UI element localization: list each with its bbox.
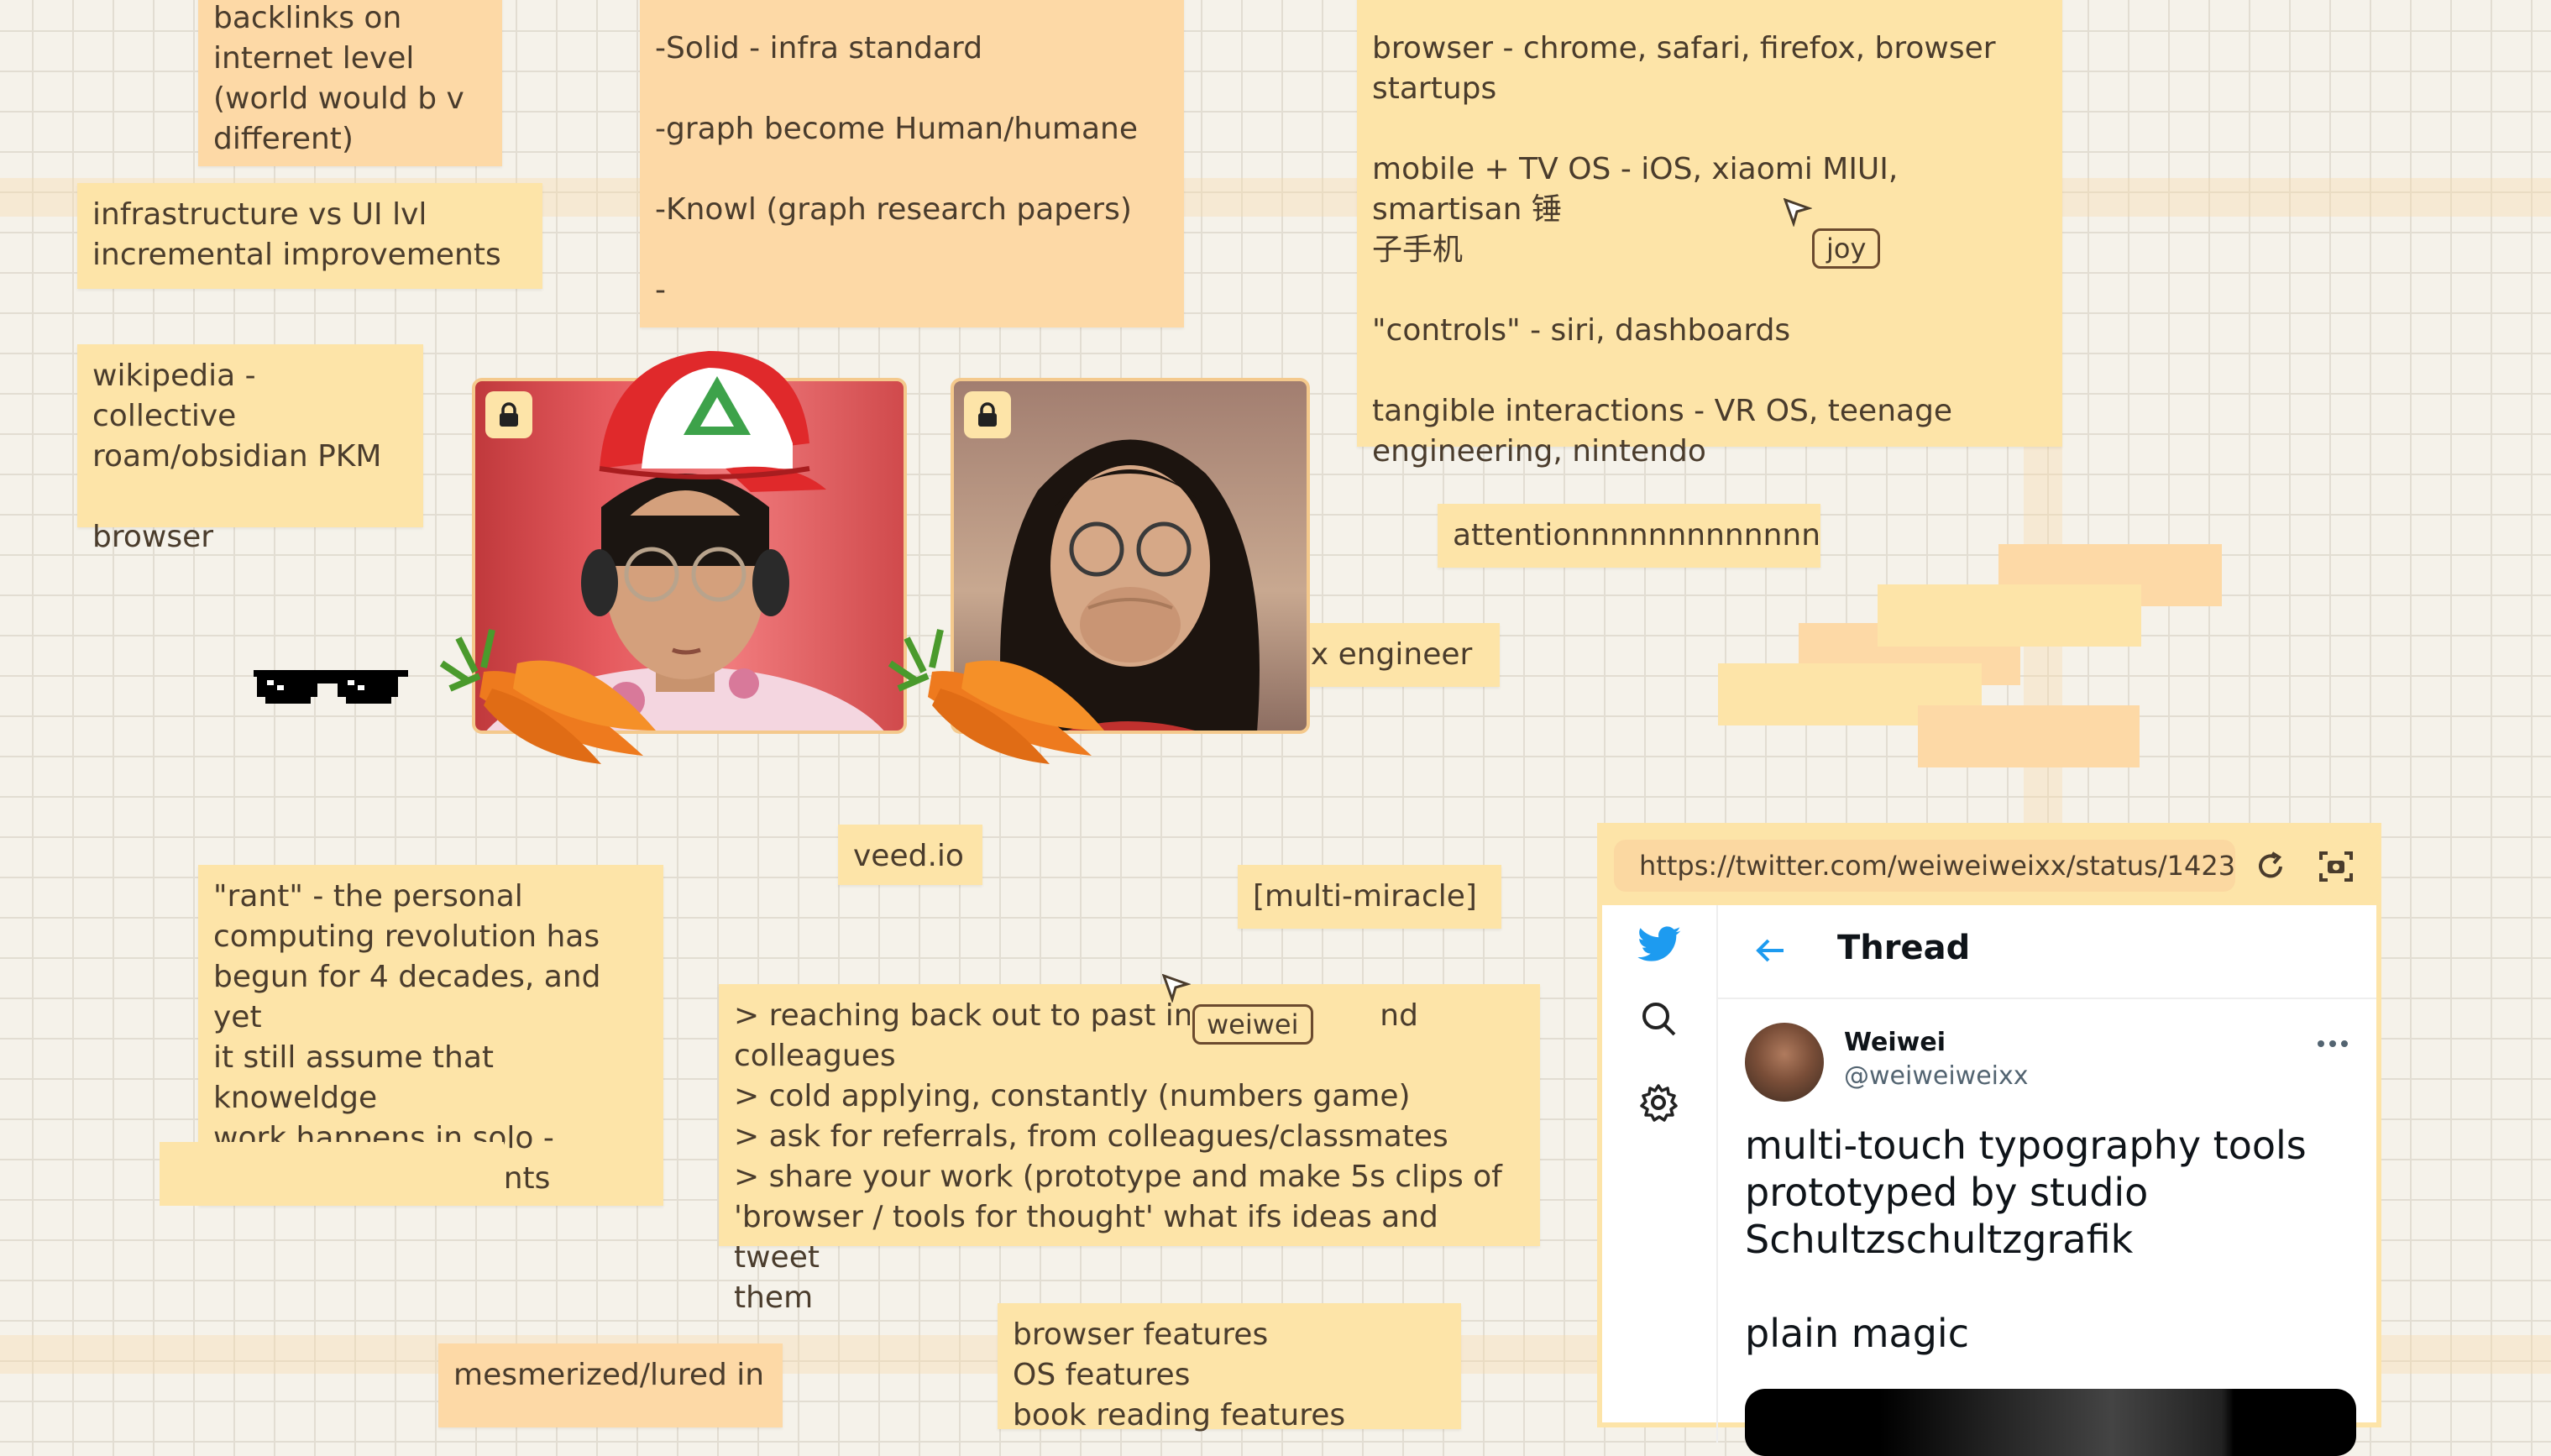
search-icon[interactable] (1639, 999, 1678, 1038)
embedded-browser[interactable]: https://twitter.com/weiweiweixx/status/1… (1597, 823, 2381, 1456)
twitter-sidebar (1602, 905, 1718, 1443)
more-icon[interactable] (2318, 1040, 2348, 1048)
carrot-icon[interactable] (433, 588, 660, 773)
cursor-icon (1162, 974, 1191, 1003)
note-features[interactable]: browser features OS features book readin… (998, 1303, 1461, 1432)
page-title: Thread (1837, 929, 1971, 967)
note-infra-ui[interactable]: infrastructure vs UI lvl incremental imp… (77, 183, 542, 289)
note-browser-os[interactable]: browser - chrome, safari, firefox, brows… (1357, 0, 2062, 469)
gear-icon[interactable] (1639, 1083, 1678, 1122)
note-mesmerized[interactable]: mesmerized/lured in (438, 1343, 783, 1427)
cursor-icon (1784, 198, 1812, 227)
url-input[interactable]: https://twitter.com/weiweiweixx/status/1… (1614, 840, 2235, 892)
note-reaching-out[interactable]: > reaching back out to past inter nd col… (719, 984, 1540, 1315)
note-veed[interactable]: veed.io (838, 825, 982, 885)
tweet-text: multi-touch typography tools prototyped … (1745, 1123, 2307, 1262)
screenshot-icon[interactable] (2318, 850, 2355, 883)
sunglasses-icon[interactable] (254, 670, 408, 704)
lock-icon[interactable] (964, 391, 1011, 438)
browser-url-bar: https://twitter.com/weiweiweixx/status/1… (1602, 828, 2376, 905)
tweet-media[interactable] (1745, 1389, 2356, 1456)
author-handle[interactable]: @weiweiweixx (1844, 1061, 2029, 1091)
note-wikipedia[interactable]: wikipedia - collective roam/obsidian PKM… (77, 344, 423, 554)
avatar[interactable] (1745, 1023, 1824, 1102)
thread-header: Thread (1718, 905, 2376, 999)
author-name[interactable]: Weiwei (1844, 1028, 1946, 1057)
blank-note[interactable] (1918, 705, 2140, 767)
blank-note[interactable] (160, 1142, 504, 1206)
refresh-icon[interactable] (2254, 850, 2287, 883)
tweet-text-2: plain magic (1745, 1311, 1969, 1356)
tweet[interactable]: Weiwei @weiweiweixx multi-touch typograp… (1718, 999, 2376, 1456)
back-arrow-icon[interactable] (1753, 937, 1787, 964)
note-solid[interactable]: -Solid - infra standard -graph become Hu… (640, 0, 1184, 327)
cursor-label-weiwei: weiwei (1192, 1004, 1313, 1045)
note-multi-miracle[interactable]: [multi-miracle] (1238, 865, 1501, 929)
cap-icon[interactable] (583, 343, 826, 494)
note-attention[interactable]: attentionnnnnnnnnnnnn (1438, 504, 1820, 568)
blank-note[interactable] (1878, 584, 2141, 647)
twitter-bird-icon[interactable] (1636, 925, 1683, 966)
carrot-icon[interactable] (882, 588, 1108, 773)
lock-icon[interactable] (485, 391, 532, 438)
cursor-label-joy: joy (1812, 228, 1881, 269)
note-backlinks[interactable]: backlinks on internet level (world would… (198, 0, 502, 166)
